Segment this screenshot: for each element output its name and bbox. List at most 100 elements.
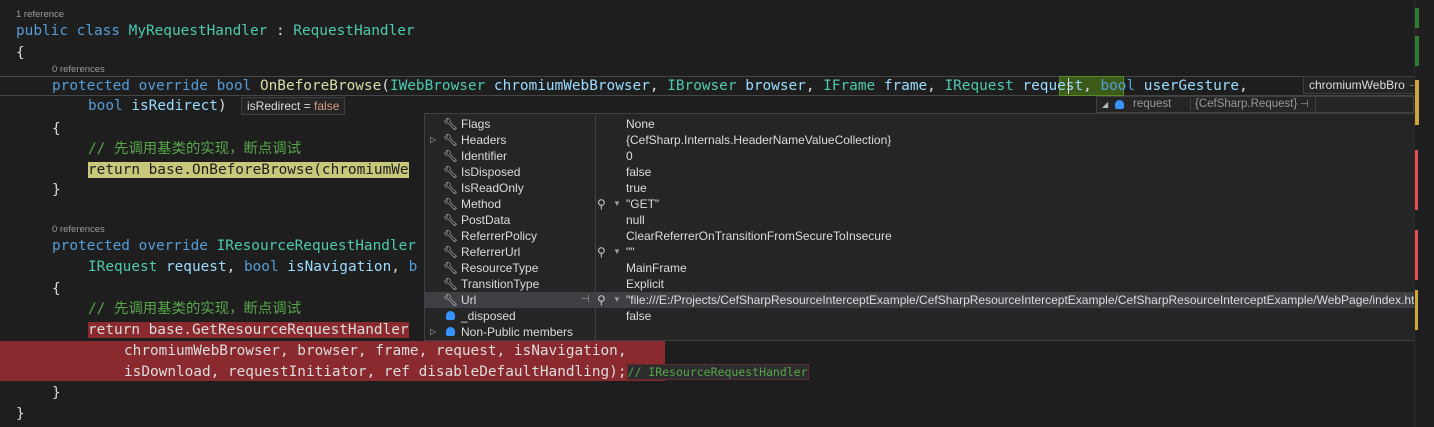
vertical-scrollbar[interactable]: [1414, 0, 1434, 427]
member-name: Non-Public members: [461, 325, 574, 339]
member-value: false: [626, 165, 652, 179]
member-row[interactable]: 🔧︎ ReferrerUrl ⚲ ▼ "": [425, 244, 1426, 260]
code-line-brace[interactable]: {: [52, 119, 61, 139]
code-comment[interactable]: // 先调用基类的实现，断点调试: [88, 299, 301, 319]
wrench-icon: 🔧︎: [443, 133, 459, 147]
type-name: IFrame: [823, 78, 876, 94]
datatip-chromiumwebbrowser[interactable]: chromiumWebBro⊣: [1303, 76, 1414, 94]
codelens-references[interactable]: 1 reference: [16, 9, 64, 21]
column-divider: [1315, 97, 1316, 112]
code-line-brace[interactable]: {: [52, 279, 61, 299]
wrench-icon: 🔧︎: [443, 229, 459, 243]
param-name[interactable]: chromiumWebBrowser: [494, 78, 650, 94]
scrollbar-marker: [1415, 8, 1419, 28]
datatip-request[interactable]: ◢ request {CefSharp.Request} ⊣: [1096, 96, 1414, 113]
member-value: ClearReferrerOnTransitionFromSecureToIns…: [626, 229, 892, 243]
code-comment[interactable]: // 先调用基类的实现，断点调试: [88, 139, 301, 159]
datatip-isredirect[interactable]: isRedirect = false: [241, 97, 346, 115]
member-row[interactable]: ▷ Non-Public members: [425, 324, 1426, 340]
param-name[interactable]: request: [166, 259, 227, 275]
current-statement-highlight: return base.OnBeforeBrowse(chromiumWe: [88, 162, 409, 178]
param-request[interactable]: request: [1022, 78, 1083, 94]
keyword: override: [138, 238, 208, 254]
keyword: protected: [52, 78, 130, 94]
code-line-return-current[interactable]: return base.OnBeforeBrowse(chromiumWe: [88, 160, 409, 180]
pin-icon[interactable]: ⊣: [581, 292, 590, 308]
wrench-icon: 🔧︎: [443, 197, 459, 211]
code-line-class[interactable]: public class MyRequestHandler : RequestH…: [16, 21, 415, 41]
param-name[interactable]: frame: [884, 78, 927, 94]
scrollbar-marker: [1415, 36, 1419, 66]
magnifier-icon[interactable]: ⚲: [597, 196, 606, 212]
keyword: protected: [52, 238, 130, 254]
param-name[interactable]: browser: [745, 78, 806, 94]
member-row[interactable]: 🔧︎ IsDisposed false: [425, 164, 1426, 180]
code-line-brace[interactable]: {: [16, 43, 25, 63]
object-icon: [1115, 100, 1124, 109]
wrench-icon: 🔧︎: [443, 181, 459, 195]
comma: ,: [805, 78, 824, 94]
codelens-references[interactable]: 0 references: [52, 64, 105, 76]
chevron-down-icon[interactable]: ▼: [613, 244, 621, 260]
wrench-icon: 🔧︎: [443, 245, 459, 259]
member-row[interactable]: 🔧︎ TransitionType Explicit: [425, 276, 1426, 292]
base-class-name: RequestHandler: [293, 23, 415, 39]
wrench-icon: 🔧︎: [443, 165, 459, 179]
wrench-icon: 🔧︎: [443, 277, 459, 291]
member-row[interactable]: 🔧︎ Method ⚲ ▼ "GET": [425, 196, 1426, 212]
code-line-method2-signature[interactable]: protected override IResourceRequestHandl…: [52, 236, 416, 256]
expand-arrow-icon[interactable]: ▷: [430, 132, 436, 148]
pin-icon[interactable]: ⊣: [1300, 97, 1309, 112]
member-row[interactable]: 🔧︎ ResourceType MainFrame: [425, 260, 1426, 276]
code-line-breakpoint-args[interactable]: isDownload, requestInitiator, ref disabl…: [124, 362, 809, 382]
args-text: isDownload, requestInitiator, ref disabl…: [124, 364, 627, 380]
member-row[interactable]: 🔧︎ Identifier 0: [425, 148, 1426, 164]
code-line-breakpoint-return[interactable]: return base.GetResourceRequestHandler: [88, 320, 409, 340]
member-row[interactable]: _disposed false: [425, 308, 1426, 324]
type-name: IResourceRequestHandler: [216, 238, 416, 254]
code-line-brace[interactable]: }: [16, 404, 25, 424]
param-name[interactable]: isNavigation: [287, 259, 391, 275]
keyword: bool: [216, 78, 252, 94]
expand-arrow-icon[interactable]: ◢: [1102, 97, 1108, 112]
datatip-eq: =: [300, 99, 315, 113]
datatip-name: request: [1133, 98, 1172, 110]
code-line-method1-signature-cont[interactable]: bool isRedirect): [88, 96, 227, 116]
member-row[interactable]: 🔧︎ Flags None: [425, 116, 1426, 132]
member-row[interactable]: 🔧︎ IsReadOnly true: [425, 180, 1426, 196]
param-name[interactable]: isRedirect: [131, 98, 218, 114]
code-line-method2-signature-cont[interactable]: IRequest request, bool isNavigation, b: [88, 257, 417, 277]
member-name: Identifier: [461, 149, 508, 163]
member-row[interactable]: 🔧︎ ReferrerPolicy ClearReferrerOnTransitio…: [425, 228, 1426, 244]
type-name: IBrowser: [667, 78, 737, 94]
datatip-label: chromiumWebBro: [1309, 78, 1405, 92]
code-line-brace[interactable]: }: [52, 180, 61, 200]
magnifier-icon[interactable]: ⚲: [597, 292, 606, 308]
member-name: PostData: [461, 213, 511, 227]
type-name: IRequest: [88, 259, 158, 275]
code-line-brace[interactable]: }: [52, 383, 61, 403]
paren: (: [381, 78, 390, 94]
member-row[interactable]: 🔧︎ Url ⊣ ⚲ ▼ "file:///E:/Projects/CefSharpRes…: [425, 292, 1426, 308]
scrollbar-marker: [1415, 230, 1418, 280]
comma: ,: [1239, 78, 1248, 94]
expand-arrow-icon[interactable]: ▷: [430, 324, 436, 340]
member-name: Method: [461, 197, 502, 211]
member-name: TransitionType: [461, 277, 540, 291]
type-name: IRequest: [944, 78, 1014, 94]
param-name[interactable]: userGesture: [1144, 78, 1239, 94]
chevron-down-icon[interactable]: ▼: [613, 196, 621, 212]
comma: ,: [391, 259, 409, 275]
chevron-down-icon[interactable]: ▼: [613, 292, 621, 308]
colon: :: [275, 23, 285, 39]
magnifier-icon[interactable]: ⚲: [597, 244, 606, 260]
inline-return-hint: // IResourceRequestHandler: [626, 364, 809, 380]
code-line-breakpoint-args[interactable]: chromiumWebBrowser, browser, frame, requ…: [124, 341, 627, 361]
codelens-references[interactable]: 0 references: [52, 224, 105, 236]
keyword: bool: [1100, 78, 1136, 94]
wrench-icon: 🔧︎: [443, 293, 459, 307]
member-row[interactable]: ▷ 🔧︎ Headers {CefSharp.Internals.HeaderName…: [425, 132, 1426, 148]
member-value: None: [626, 117, 655, 131]
datatip-request-members[interactable]: 🔧︎ Flags None ▷ 🔧︎ Headers {CefSharp.Internals…: [424, 113, 1427, 341]
member-row[interactable]: 🔧︎ PostData null: [425, 212, 1426, 228]
